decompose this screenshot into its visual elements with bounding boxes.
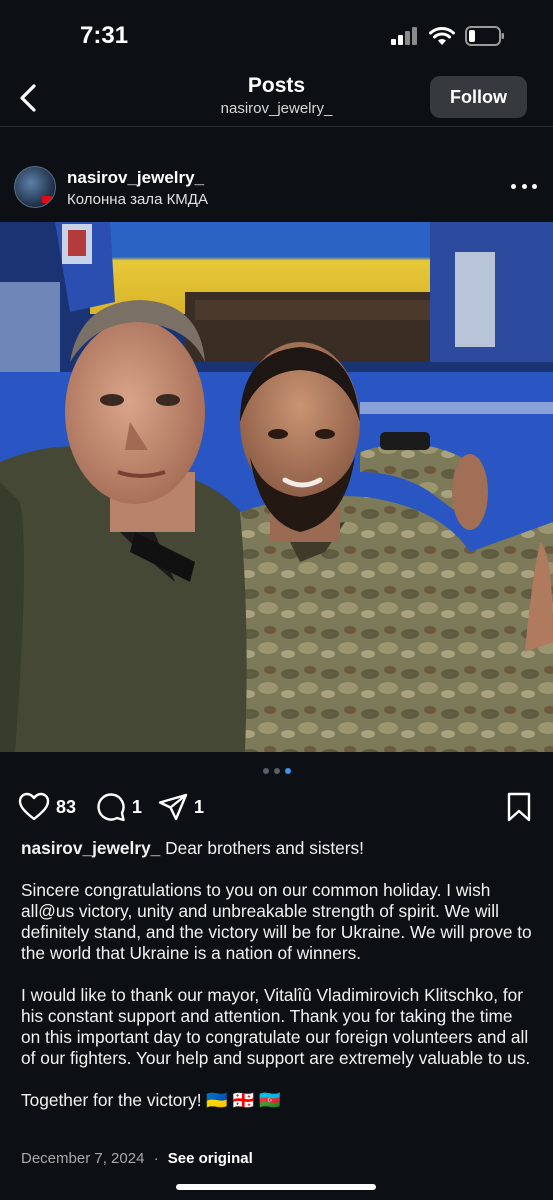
wifi-icon (429, 26, 455, 45)
caption-paragraph: Sincere congratulations to you on our co… (21, 880, 532, 963)
post-location[interactable]: Колонна зала КМДА (67, 191, 208, 208)
like-action[interactable]: 83 (18, 790, 76, 824)
carousel-dot (262, 768, 269, 774)
carousel-indicator (0, 768, 553, 774)
post-date: December 7, 2024 (21, 1150, 145, 1167)
avatar-flag-badge (42, 196, 52, 203)
more-dot-icon (532, 183, 537, 189)
carousel-dot-active (284, 768, 291, 774)
comment-action[interactable]: 1 (96, 790, 142, 824)
post-photo-illustration (0, 222, 553, 752)
bookmark-icon (507, 792, 531, 822)
see-original-link[interactable]: See original (168, 1150, 253, 1167)
share-action[interactable]: 1 (158, 790, 204, 824)
more-dot-icon (511, 183, 516, 189)
save-action[interactable] (506, 790, 532, 824)
meta-separator: · (153, 1150, 159, 1167)
more-options-button[interactable] (511, 176, 537, 196)
battery-icon (465, 26, 504, 46)
more-dot-icon (521, 183, 527, 189)
status-icons (391, 26, 505, 46)
status-bar: 7:31 (0, 0, 553, 70)
post-photo[interactable] (0, 222, 553, 752)
status-time: 7:31 (80, 22, 129, 49)
caption-paragraph: I would like to thank our mayor, Vitalîû… (21, 985, 531, 1068)
top-navigation: Posts nasirov_jewelry_ Follow (0, 70, 553, 127)
post-actions: 83 1 1 (0, 790, 553, 826)
caption-username[interactable]: nasirov_jewelry_ (21, 838, 160, 858)
home-indicator[interactable] (176, 1184, 376, 1190)
post-header: nasirov_jewelry_ Колонна зала КМДА (0, 158, 553, 218)
caption-first-line: nasirov_jewelry_ Dear brothers and siste… (21, 838, 536, 859)
cellular-signal-icon (391, 27, 417, 45)
caption-paragraph: Together for the victory! 🇺🇦 🇬🇪 🇦🇿 (21, 1090, 281, 1110)
avatar[interactable] (14, 166, 56, 208)
share-count: 1 (194, 796, 205, 817)
like-count: 83 (56, 796, 77, 817)
follow-button[interactable]: Follow (430, 76, 527, 118)
post-username[interactable]: nasirov_jewelry_ (67, 168, 204, 188)
post-meta: December 7, 2024 · See original (21, 1150, 253, 1167)
comment-icon (97, 793, 125, 822)
comment-count: 1 (132, 796, 143, 817)
caption-greeting: Dear brothers and sisters! (165, 838, 364, 858)
post-caption: nasirov_jewelry_ Dear brothers and siste… (21, 838, 536, 1132)
send-icon (158, 793, 188, 821)
carousel-dot (273, 768, 280, 774)
heart-icon (18, 792, 50, 821)
